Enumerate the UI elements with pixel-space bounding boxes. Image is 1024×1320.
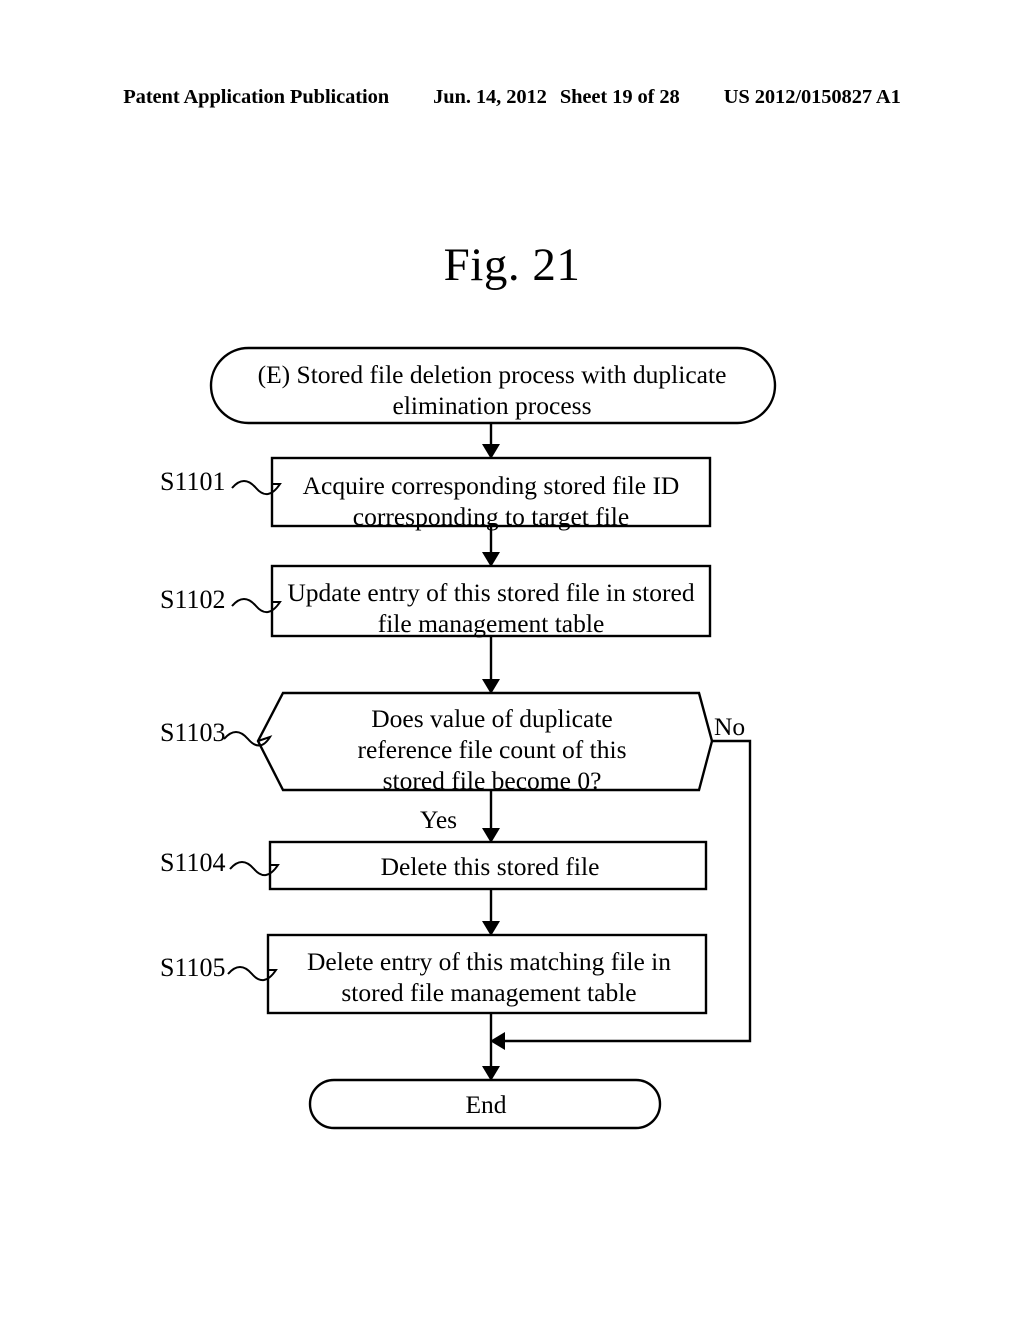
hex-s1103-shape (256, 691, 714, 792)
box-s1102-shape (270, 564, 712, 638)
end-oval-shape (308, 1078, 662, 1130)
box-s1104-shape (268, 840, 708, 891)
branch-label-no: No (714, 712, 746, 741)
branch-label-yes: Yes (420, 805, 458, 834)
arrowhead-s1105 (482, 921, 500, 936)
arrowhead-end (482, 1066, 500, 1081)
step-label-s1104: S1104 (160, 848, 226, 877)
step-label-s1103: S1103 (160, 718, 226, 747)
flowchart-canvas (209, 346, 777, 1130)
arrowhead-s1103 (482, 679, 500, 694)
arrowhead-s1102 (482, 552, 500, 567)
arrowhead-no-merge (490, 1032, 505, 1050)
step-label-s1101: S1101 (160, 467, 226, 496)
start-oval-shape (209, 346, 777, 425)
step-label-s1102: S1102 (160, 585, 226, 614)
arrowhead-s1101 (482, 444, 500, 459)
box-s1101-shape (270, 456, 712, 528)
step-label-s1105: S1105 (160, 953, 226, 982)
box-s1105-shape (266, 933, 708, 1015)
arrowhead-s1104 (482, 828, 500, 843)
